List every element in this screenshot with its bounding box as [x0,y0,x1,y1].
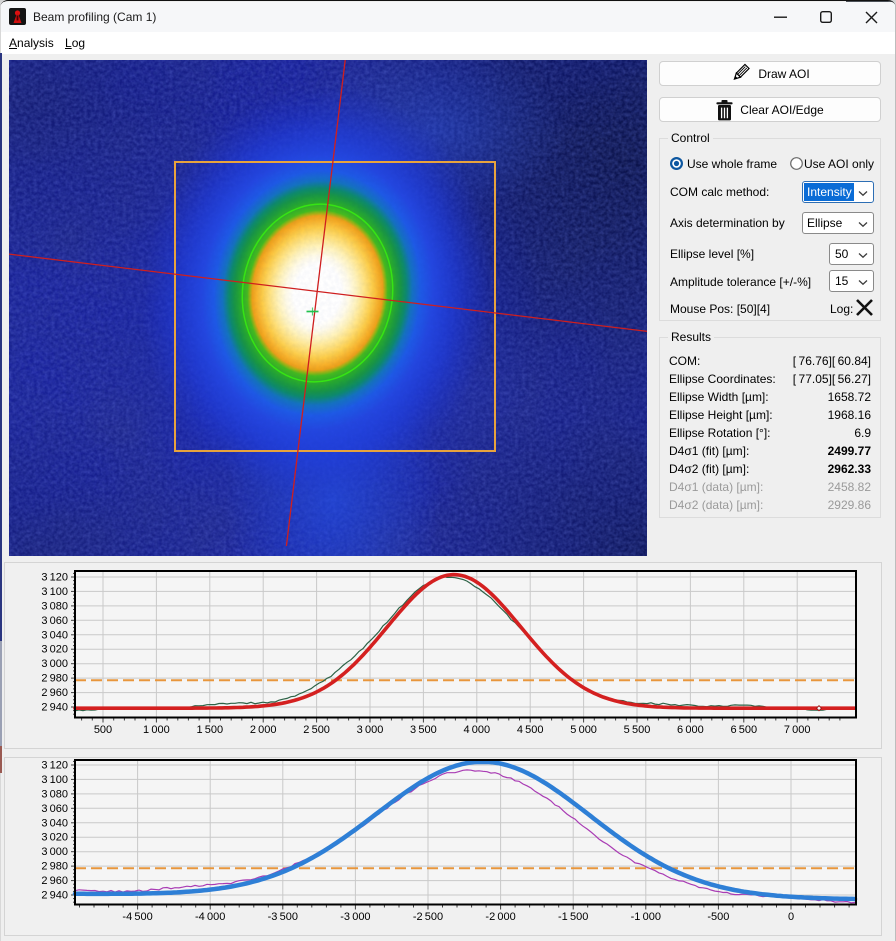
svg-text:-4 500: -4 500 [122,911,152,923]
svg-text:2 500: 2 500 [303,724,330,736]
svg-text:3 080: 3 080 [41,600,68,612]
svg-text:3 120: 3 120 [41,760,68,772]
svg-text:3 040: 3 040 [41,629,68,641]
svg-text:-1 000: -1 000 [631,911,661,923]
svg-text:3 100: 3 100 [41,774,68,786]
svg-text:4 000: 4 000 [463,724,490,736]
svg-text:3 100: 3 100 [41,586,68,598]
svg-text:1 000: 1 000 [143,724,170,736]
svg-text:2 960: 2 960 [41,875,68,887]
svg-text:6 000: 6 000 [677,724,704,736]
svg-text:3 040: 3 040 [41,817,68,829]
svg-text:7 000: 7 000 [784,724,811,736]
svg-text:3 060: 3 060 [41,803,68,815]
svg-text:2 980: 2 980 [41,673,68,685]
svg-text:-3 500: -3 500 [268,911,298,923]
svg-text:2 940: 2 940 [41,702,68,714]
svg-text:5 000: 5 000 [570,724,597,736]
svg-text:3 060: 3 060 [41,615,68,627]
svg-text:-2 500: -2 500 [413,911,443,923]
svg-text:6 500: 6 500 [730,724,757,736]
svg-text:3 080: 3 080 [41,788,68,800]
svg-text:4 500: 4 500 [517,724,544,736]
svg-text:2 980: 2 980 [41,861,68,873]
svg-text:2 960: 2 960 [41,687,68,699]
svg-text:2 000: 2 000 [250,724,277,736]
svg-text:3 000: 3 000 [357,724,384,736]
svg-text:3 000: 3 000 [41,846,68,858]
svg-text:3 500: 3 500 [410,724,437,736]
svg-text:3 020: 3 020 [41,832,68,844]
svg-text:0: 0 [788,911,794,923]
svg-text:-500: -500 [707,911,729,923]
svg-text:-1 500: -1 500 [558,911,588,923]
svg-text:-3 000: -3 000 [340,911,370,923]
svg-text:-2 000: -2 000 [485,911,515,923]
svg-text:3 120: 3 120 [41,572,68,584]
svg-text:1 500: 1 500 [196,724,223,736]
svg-text:3 020: 3 020 [41,644,68,656]
svg-text:5 500: 5 500 [624,724,651,736]
svg-text:2 940: 2 940 [41,890,68,902]
svg-text:3 000: 3 000 [41,658,68,670]
svg-text:-4 000: -4 000 [195,911,225,923]
svg-text:500: 500 [94,724,112,736]
